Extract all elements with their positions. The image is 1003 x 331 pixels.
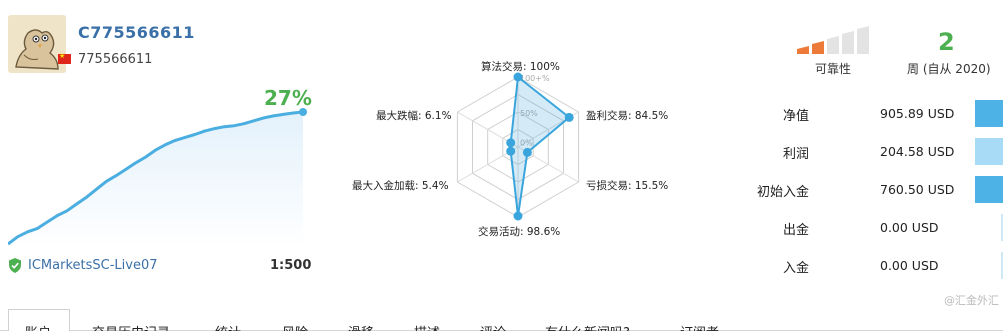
trading-radar: 100+% 50% 0% 算法交易: 100% 盈利交易: 84.5% 亏损交易: … <box>340 50 700 250</box>
stat-row-withdrawals: 出金 0.00 USD <box>770 214 1003 252</box>
tab-news[interactable]: 有什么新闻吗? <box>545 322 630 331</box>
stat-bar <box>975 138 1003 165</box>
tab-statistics[interactable]: 统计 <box>215 322 241 331</box>
account-number: 775566611 <box>78 52 153 67</box>
china-flag-icon <box>58 52 71 64</box>
tab-bar: 账户 交易历史记录 统计 风险 滑移 描述 评论 有什么新闻吗? 订阅者 <box>0 306 1003 331</box>
stat-value: 905.89 USD <box>880 106 955 121</box>
radar-label-deposit-load: 最大入金加载: 5.4% <box>352 180 449 192</box>
server-row: ICMarketsSC-Live07 <box>8 257 157 273</box>
growth-percent: 27% <box>264 86 312 110</box>
radar-point-activity <box>513 211 523 221</box>
tab-subscribers[interactable]: 订阅者 <box>680 322 719 331</box>
broker-server-link[interactable]: ICMarketsSC-Live07 <box>28 258 157 273</box>
radar-point-drawdown <box>506 138 516 148</box>
growth-area <box>8 112 303 248</box>
radar-point-deposit_load <box>506 146 516 156</box>
account-avatar[interactable] <box>8 15 66 73</box>
reliability-label: 可靠性 <box>815 62 852 76</box>
radar-chart: 100+%50%0% <box>456 72 580 221</box>
stat-name: 入金 <box>782 261 809 276</box>
radar-label-profit: 盈利交易: 84.5% <box>586 110 669 122</box>
stat-name: 利润 <box>782 147 809 162</box>
stat-row-deposits: 入金 0.00 USD <box>770 252 1003 290</box>
tab-trade-history[interactable]: 交易历史记录 <box>92 322 170 331</box>
tab-slippage[interactable]: 滑移 <box>348 322 374 331</box>
weeks-label: 周 (自从 2020) <box>907 62 991 76</box>
radar-area <box>509 76 571 217</box>
radar-label-loss: 亏损交易: 15.5% <box>586 180 669 192</box>
reliability-bars <box>797 26 869 54</box>
account-name-link[interactable]: C775566611 <box>78 23 195 42</box>
reliability-bar-empty <box>827 36 839 54</box>
account-stats: 净值 905.89 USD 利润 204.58 USD 初始入金 760.50 … <box>757 100 1003 290</box>
radar-point-loss <box>522 147 532 157</box>
reliability-bar-empty <box>842 31 854 54</box>
stat-bar <box>975 100 1003 127</box>
stat-bar <box>975 176 1003 203</box>
reliability-bar-filled <box>797 46 809 54</box>
tab-risks[interactable]: 风险 <box>282 322 308 331</box>
stat-row-equity: 净值 905.89 USD <box>770 100 1003 138</box>
growth-chart <box>8 108 307 248</box>
radar-label-drawdown: 最大跌幅: 6.1% <box>376 110 452 122</box>
radar-point-profit <box>564 112 574 122</box>
radar-label-activity: 交易活动: 98.6% <box>478 226 561 238</box>
tab-reviews[interactable]: 评论 <box>480 322 506 331</box>
stat-name: 出金 <box>782 223 809 238</box>
tab-account[interactable]: 账户 <box>8 309 70 331</box>
stat-value: 204.58 USD <box>880 144 955 159</box>
verified-shield-icon <box>9 257 21 273</box>
reliability-bar-filled <box>812 41 824 54</box>
stat-name: 净值 <box>782 109 809 124</box>
stat-value: 0.00 USD <box>880 258 939 273</box>
stat-name: 初始入金 <box>756 185 809 200</box>
reliability-bar-empty <box>857 26 869 54</box>
stat-value: 760.50 USD <box>880 182 955 197</box>
radar-label-algo: 算法交易: 100% <box>481 61 560 73</box>
stat-row-initial-deposit: 初始入金 760.50 USD <box>757 176 1003 214</box>
weeks-count: 2 <box>938 28 955 56</box>
tab-description[interactable]: 描述 <box>414 322 440 331</box>
stat-value: 0.00 USD <box>880 220 939 235</box>
stat-row-profit: 利润 204.58 USD <box>770 138 1003 176</box>
watermark: @汇金外汇 <box>944 294 999 307</box>
leverage-value: 1:500 <box>270 258 312 273</box>
